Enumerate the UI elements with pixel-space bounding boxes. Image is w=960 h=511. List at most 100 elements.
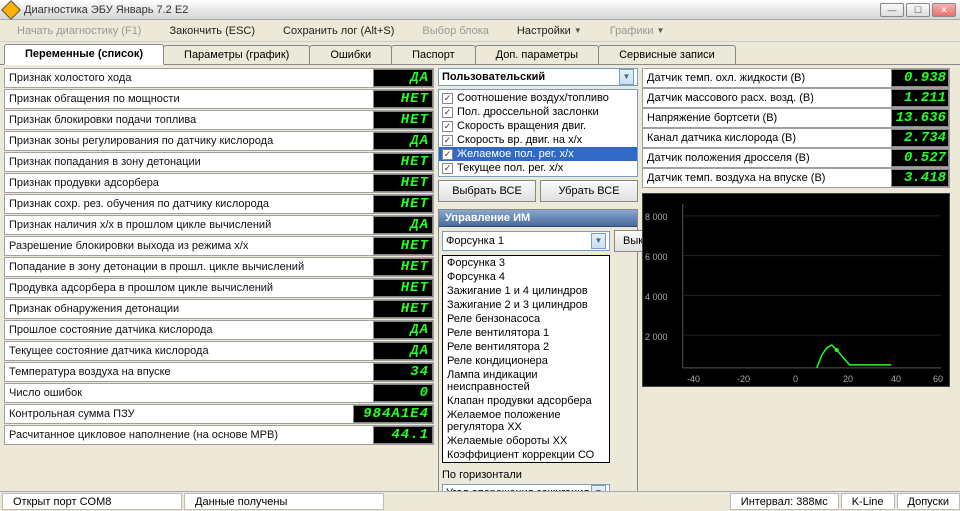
close-button[interactable]: ✕ <box>932 3 956 17</box>
status-protocol: K-Line <box>841 493 895 510</box>
checklist-item[interactable]: ✓ Соотношение воздух/топливо <box>439 91 637 105</box>
sensor-value-lcd: 0.938 <box>891 69 949 87</box>
variable-row[interactable]: Прошлое состояние датчика кислородаДА <box>4 320 434 340</box>
variable-value-lcd: НЕТ <box>373 174 433 192</box>
variable-row[interactable]: Признак наличия х/х в прошлом цикле вычи… <box>4 215 434 235</box>
status-interval: Интервал: 388мс <box>730 493 839 510</box>
variable-value-lcd: ДА <box>373 321 433 339</box>
variable-row[interactable]: Признак зоны регулирования по датчику ки… <box>4 131 434 151</box>
sensor-value-lcd: 13.636 <box>891 109 949 127</box>
variable-label: Признак обнаружения детонации <box>5 303 373 315</box>
actuator-option[interactable]: Коэффициент коррекции СО <box>443 448 609 462</box>
save-log-button[interactable]: Сохранить лог (Alt+S) <box>272 21 405 40</box>
parameter-checklist[interactable]: ✓ Соотношение воздух/топливо✓Пол. дроссел… <box>438 89 638 177</box>
variable-label: Прошлое состояние датчика кислорода <box>5 324 373 336</box>
variable-label: Текущее состояние датчика кислорода <box>5 345 373 357</box>
tabbar: Переменные (список) Параметры (график) О… <box>0 42 960 64</box>
variable-label: Разрешение блокировки выхода из режима х… <box>5 240 373 252</box>
variable-row[interactable]: Признак попадания в зону детонацииНЕТ <box>4 152 434 172</box>
status-tolerances[interactable]: Допуски <box>897 493 960 510</box>
sensor-row[interactable]: Датчик темп. охл. жидкости (В)0.938 <box>642 68 950 88</box>
sensor-row[interactable]: Датчик положения дросселя (В)0.527 <box>642 148 950 168</box>
variables-column: Признак холостого ходаДАПризнак обгащени… <box>4 68 434 488</box>
variable-row[interactable]: Попадание в зону детонации в прошл. цикл… <box>4 257 434 277</box>
actuator-select[interactable]: Форсунка 1 ▼ <box>442 231 610 251</box>
tab-passport[interactable]: Паспорт <box>391 45 476 64</box>
actuator-option[interactable]: Реле кондиционера <box>443 354 609 368</box>
sensor-label: Датчик положения дросселя (В) <box>643 152 891 164</box>
variable-row[interactable]: Продувка адсорбера в прошлом цикле вычис… <box>4 278 434 298</box>
variable-row[interactable]: Признак холостого ходаДА <box>4 68 434 88</box>
actuator-option[interactable]: Реле вентилятора 1 <box>443 326 609 340</box>
variable-value-lcd: ДА <box>373 342 433 360</box>
checklist-label: Скорость вращения двиг. <box>457 120 586 132</box>
chevron-down-icon: ▼ <box>619 69 634 85</box>
maximize-button[interactable]: ☐ <box>906 3 930 17</box>
actuator-option[interactable]: Зажигание 1 и 4 цилиндров <box>443 284 609 298</box>
checklist-label: Соотношение воздух/топливо <box>457 92 609 104</box>
variable-row[interactable]: Число ошибок0 <box>4 383 434 403</box>
tab-variables[interactable]: Переменные (список) <box>4 44 164 65</box>
start-diag-button: Начать диагностику (F1) <box>6 21 152 40</box>
variable-row[interactable]: Признак обнаружения детонацииНЕТ <box>4 299 434 319</box>
variable-value-lcd: ДА <box>373 69 433 87</box>
sensor-row[interactable]: Канал датчика кислорода (В)2.734 <box>642 128 950 148</box>
checklist-item[interactable]: ✓Желаемое пол. рег. х/х <box>439 147 637 161</box>
actuator-option[interactable]: Зажигание 2 и 3 цилиндров <box>443 298 609 312</box>
actuator-dropdown-list[interactable]: Форсунка 3Форсунка 4Зажигание 1 и 4 цили… <box>442 255 610 463</box>
variable-row[interactable]: Признак обгащения по мощностиНЕТ <box>4 89 434 109</box>
tab-errors[interactable]: Ошибки <box>309 45 392 64</box>
actuator-option[interactable]: Реле вентилятора 2 <box>443 340 609 354</box>
variable-label: Признак блокировки подачи топлива <box>5 114 373 126</box>
checklist-item[interactable]: ✓Скорость вр. двиг. на х/х <box>439 133 637 147</box>
variable-row[interactable]: Текущее состояние датчика кислородаДА <box>4 341 434 361</box>
variable-value-lcd: 984A1E4 <box>353 405 433 423</box>
variable-value-lcd: НЕТ <box>373 195 433 213</box>
checkbox-icon: ✓ <box>442 121 453 132</box>
actuator-option[interactable]: Форсунка 3 <box>443 256 609 270</box>
variable-row[interactable]: Температура воздуха на впуске34 <box>4 362 434 382</box>
variable-row[interactable]: Признак сохр. рез. обучения по датчику к… <box>4 194 434 214</box>
settings-menu[interactable]: Настройки▼ <box>506 21 593 40</box>
checklist-label: Желаемое пол. рег. х/х <box>457 148 574 160</box>
variable-label: Признак сохр. рез. обучения по датчику к… <box>5 198 373 210</box>
actuator-option[interactable]: Клапан продувки адсорбера <box>443 394 609 408</box>
variable-row[interactable]: Признак продувки адсорбераНЕТ <box>4 173 434 193</box>
sensor-value-lcd: 1.211 <box>891 89 949 107</box>
variable-row[interactable]: Контрольная сумма ПЗУ984A1E4 <box>4 404 434 424</box>
tab-service[interactable]: Сервисные записи <box>598 45 736 64</box>
actuator-option[interactable]: Форсунка 4 <box>443 270 609 284</box>
variable-row[interactable]: Расчитанное цикловое наполнение (на осно… <box>4 425 434 445</box>
checklist-item[interactable]: ✓Текущее пол. рег. х/х <box>439 161 637 175</box>
sensor-label: Напряжение бортсети (В) <box>643 112 891 124</box>
checkbox-icon: ✓ <box>442 93 453 104</box>
variable-row[interactable]: Разрешение блокировки выхода из режима х… <box>4 236 434 256</box>
actuator-option[interactable]: Желаемое положение регулятора ХХ <box>443 408 609 434</box>
checkbox-icon: ✓ <box>442 107 453 118</box>
sensor-row[interactable]: Датчик темп. воздуха на впуске (В)3.418 <box>642 168 950 188</box>
minimize-button[interactable]: — <box>880 3 904 17</box>
tab-extra[interactable]: Доп. параметры <box>475 45 599 64</box>
variable-row[interactable]: Признак блокировки подачи топливаНЕТ <box>4 110 434 130</box>
actuator-option[interactable]: Лампа индикации неисправностей <box>443 368 609 394</box>
checklist-item[interactable]: ✓ Скорость вращения двиг. <box>439 119 637 133</box>
sensor-row[interactable]: Напряжение бортсети (В)13.636 <box>642 108 950 128</box>
remove-all-button[interactable]: Убрать ВСЕ <box>540 180 638 202</box>
checklist-label: Скорость вр. двиг. на х/х <box>457 134 582 146</box>
actuator-option[interactable]: Желаемые обороты ХХ <box>443 434 609 448</box>
variable-label: Признак наличия х/х в прошлом цикле вычи… <box>5 219 373 231</box>
checkbox-icon: ✓ <box>442 163 453 174</box>
sensor-row[interactable]: Датчик массового расх. возд. (В)1.211 <box>642 88 950 108</box>
actuator-option[interactable]: Реле бензонасоса <box>443 312 609 326</box>
select-all-button[interactable]: Выбрать ВСЕ <box>438 180 536 202</box>
chevron-down-icon: ▼ <box>656 26 664 35</box>
tab-params-graph[interactable]: Параметры (график) <box>163 45 310 64</box>
plot-area[interactable]: 8 000 6 000 4 000 2 000 -40 -20 0 20 40 … <box>642 193 950 387</box>
sensor-label: Канал датчика кислорода (В) <box>643 132 891 144</box>
variable-value-lcd: ДА <box>373 216 433 234</box>
stop-diag-button[interactable]: Закончить (ESC) <box>158 21 266 40</box>
checklist-item[interactable]: ✓Пол. дроссельной заслонки <box>439 105 637 119</box>
preset-value: Пользовательский <box>442 71 545 83</box>
variable-label: Контрольная сумма ПЗУ <box>5 408 353 420</box>
preset-select[interactable]: Пользовательский ▼ <box>438 68 638 86</box>
